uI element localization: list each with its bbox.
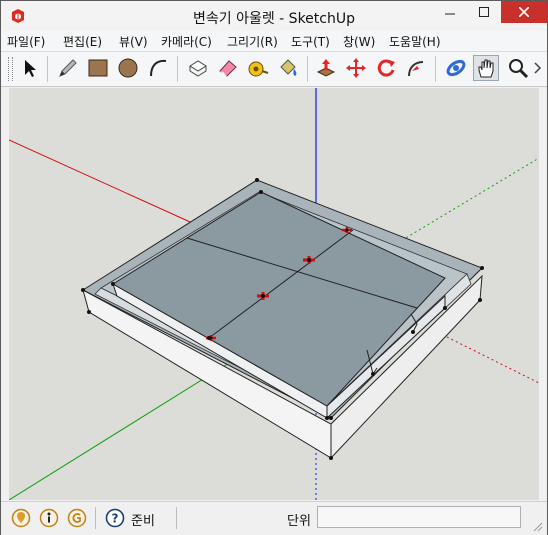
model-viewport[interactable] (9, 88, 539, 500)
rectangle-icon (88, 59, 108, 77)
toolbar-separator (177, 56, 178, 82)
rotate-icon (377, 59, 395, 77)
menu-window[interactable]: 창(W) (343, 33, 375, 50)
follow-me-tool[interactable] (403, 55, 429, 81)
pan-tool[interactable] (473, 55, 499, 81)
help-icon[interactable]: ? (105, 508, 125, 528)
rectangle-tool[interactable] (85, 55, 111, 81)
resize-grip-icon[interactable] (531, 520, 543, 532)
credits-icon[interactable] (39, 508, 59, 528)
toolbar-separator (47, 56, 48, 82)
orbit-icon (446, 59, 466, 77)
toolbar-overflow[interactable] (531, 55, 545, 81)
move-arrows-icon (346, 58, 366, 78)
model-canvas (9, 88, 539, 500)
chevron-right-icon (534, 62, 542, 74)
menu-edit[interactable]: 편집(E) (63, 33, 102, 50)
minimize-button[interactable] (433, 1, 467, 23)
toolbar-grip[interactable] (8, 57, 13, 81)
circle-tool[interactable] (115, 55, 141, 81)
tape-measure-tool[interactable] (245, 55, 271, 81)
toolbar-separator (435, 56, 436, 82)
title-bar: 변속기 아울렛 - SketchUp (1, 1, 547, 31)
eraser-icon (219, 60, 237, 77)
menu-tools[interactable]: 도구(T) (291, 33, 330, 50)
menu-camera[interactable]: 카메라(C) (161, 33, 212, 50)
menu-draw[interactable]: 그리기(R) (227, 33, 278, 50)
status-separator (176, 507, 177, 529)
arc-tool[interactable] (145, 55, 171, 81)
circle-icon (118, 58, 138, 78)
maximize-icon (479, 7, 489, 17)
status-bar: ? 준비 단위 (1, 501, 547, 535)
eraser-tool[interactable] (215, 55, 241, 81)
account-icon[interactable] (67, 508, 87, 528)
menu-view[interactable]: 뷰(V) (119, 33, 148, 50)
toolbar-separator (307, 56, 308, 82)
window-controls (433, 1, 547, 23)
line-tool[interactable] (55, 55, 81, 81)
status-separator (95, 507, 96, 529)
measurements-input[interactable] (317, 506, 521, 528)
app-window: 변속기 아울렛 - SketchUp 파일(F) 편집(E) 뷰(V) 카메라(… (0, 0, 548, 535)
paint-bucket-icon (280, 59, 297, 76)
menu-file[interactable]: 파일(F) (7, 33, 45, 50)
zoom-tool[interactable] (505, 55, 531, 81)
menu-help[interactable]: 도움말(H) (389, 33, 441, 50)
rotate-tool[interactable] (373, 55, 399, 81)
green-axis-dashed (388, 157, 539, 249)
close-button[interactable] (501, 1, 547, 23)
magnifier-icon (509, 59, 529, 79)
arc-icon (150, 59, 167, 77)
paint-bucket-tool[interactable] (275, 55, 301, 81)
orbit-tool[interactable] (443, 55, 469, 81)
menu-bar: 파일(F) 편집(E) 뷰(V) 카메라(C) 그리기(R) 도구(T) 창(W… (1, 31, 547, 52)
geo-location-icon[interactable] (11, 508, 31, 528)
push-pull-tool[interactable] (313, 55, 339, 81)
hand-icon (478, 59, 494, 78)
tape-measure-icon (248, 61, 269, 77)
move-tool[interactable] (343, 55, 369, 81)
follow-me-icon (408, 61, 424, 77)
push-pull-icon (316, 59, 336, 77)
svg-text:?: ? (112, 512, 119, 526)
close-icon (519, 7, 529, 17)
pencil-icon (59, 59, 77, 77)
select-arrow-icon (25, 60, 36, 77)
maximize-button[interactable] (467, 1, 501, 23)
measurements-label: 단위 (287, 514, 311, 529)
green-axis (9, 362, 230, 500)
red-axis (9, 139, 200, 227)
make-component-tool[interactable] (185, 55, 211, 81)
minimize-icon (445, 13, 455, 15)
select-tool[interactable] (17, 55, 43, 81)
component-icon (189, 60, 207, 77)
status-message: 준비 (131, 514, 155, 529)
main-toolbar (1, 52, 547, 87)
